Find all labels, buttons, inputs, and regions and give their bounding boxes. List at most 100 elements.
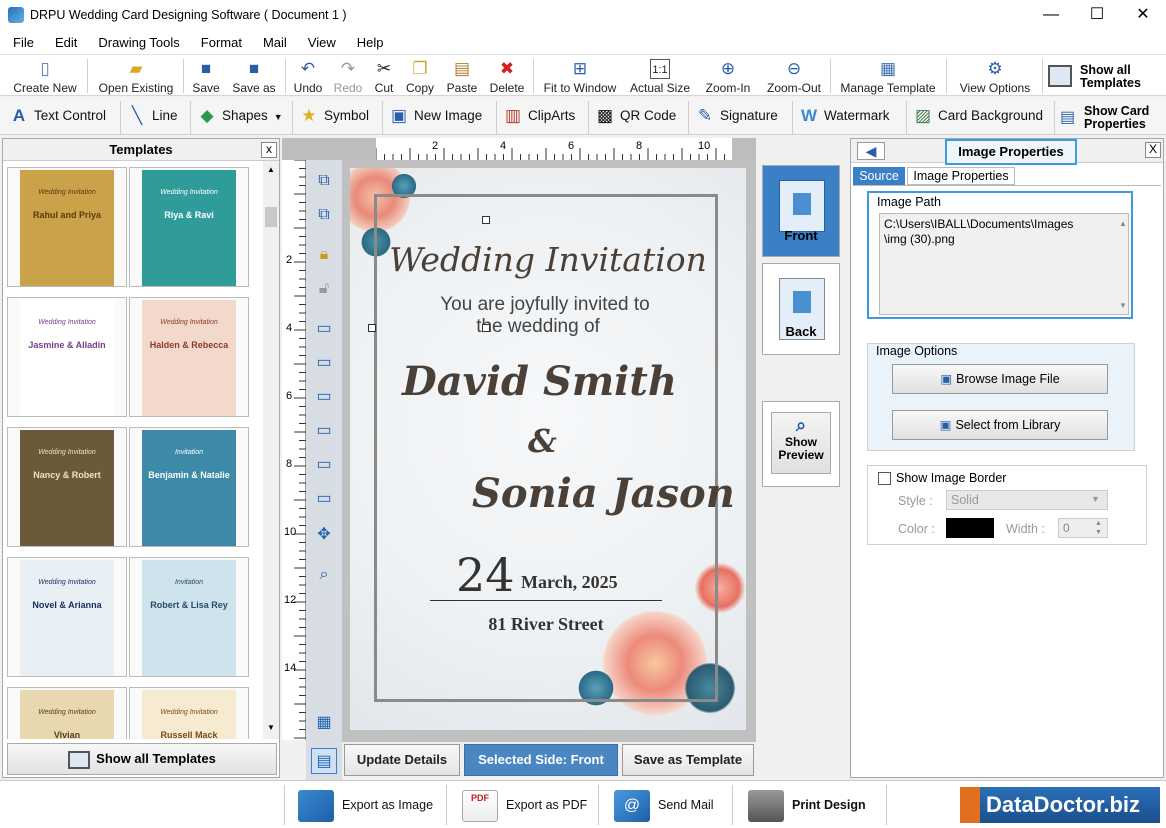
width-stepper[interactable]: 0 ▲ ▼ — [1058, 518, 1108, 538]
align-center-icon[interactable]: ▭ — [311, 350, 337, 376]
template-thumbnail[interactable]: Wedding Invitation Vivian — [7, 687, 127, 739]
zoom-in-button[interactable]: ⊕ Zoom-In — [698, 57, 758, 95]
zoom-icon[interactable]: ⌕ — [311, 562, 337, 588]
show-all-templates-button[interactable]: Show all Templates — [7, 743, 277, 775]
align-bottom-icon[interactable]: ▭ — [311, 418, 337, 444]
move-icon[interactable]: ✥ — [311, 522, 337, 548]
stepper-arrows-icon[interactable]: ▲ ▼ — [1095, 519, 1102, 537]
send-mail-button[interactable]: @ Send Mail — [614, 787, 714, 823]
card-day[interactable]: 24 — [456, 548, 515, 602]
image-path-field[interactable]: C:\Users\IBALL\Documents\Images \img (30… — [879, 213, 1129, 315]
scroll-up-arrow-icon[interactable]: ▲ — [267, 165, 275, 174]
tab-source[interactable]: Source — [853, 167, 905, 185]
back-arrow-icon[interactable]: ◀ — [857, 142, 885, 160]
save-as-template-button[interactable]: Save as Template — [622, 744, 754, 776]
template-thumbnail[interactable]: Wedding Invitation Russell Mack — [129, 687, 249, 739]
cut-button[interactable]: ✂ Cut — [370, 57, 398, 95]
fit-to-window-button[interactable]: ⊞ Fit to Window — [538, 57, 622, 95]
templates-close-button[interactable]: x — [261, 142, 277, 158]
actual-size-button[interactable]: 1:1 Actual Size — [626, 57, 694, 95]
show-border-checkbox[interactable] — [878, 472, 891, 485]
undo-button[interactable]: ↶ Undo — [290, 57, 326, 95]
grid-icon[interactable]: ▦ — [311, 710, 337, 736]
show-all-templates-top-button[interactable]: Show all Templates — [1048, 61, 1164, 93]
style-select[interactable]: Solid ▼ — [946, 490, 1108, 510]
view-options-button[interactable]: ⚙ View Options — [952, 57, 1038, 95]
menu-mail[interactable]: Mail — [250, 32, 295, 50]
card-ampersand[interactable]: & — [528, 422, 557, 460]
bring-forward-icon[interactable]: ⧉ — [311, 168, 337, 194]
template-thumbnail[interactable]: Invitation Robert & Lisa Rey — [129, 557, 249, 677]
maximize-button[interactable]: ☐ — [1074, 0, 1120, 32]
selection-handle[interactable] — [482, 216, 490, 224]
templates-scrollbar[interactable]: ▲ ▼ — [263, 161, 279, 739]
datadoctor-brand[interactable]: DataDoctor.biz — [960, 787, 1160, 823]
card-bride-name[interactable]: Sonia Jason — [472, 470, 735, 517]
scroll-down-arrow-icon[interactable]: ▼ — [267, 723, 275, 732]
menu-format[interactable]: Format — [188, 32, 250, 50]
menu-edit[interactable]: Edit — [42, 32, 85, 50]
border-color-swatch[interactable] — [946, 518, 994, 538]
update-details-button[interactable]: Update Details — [344, 744, 460, 776]
same-size-icon[interactable]: ▭ — [311, 486, 337, 512]
select-library-button[interactable]: ▣ Select from Library — [892, 410, 1108, 440]
template-thumbnail[interactable]: Wedding Invitation Novel & Arianna — [7, 557, 127, 677]
line-button[interactable]: ╲ Line — [126, 101, 178, 131]
template-thumbnail[interactable]: Wedding Invitation Halden & Rebecca — [129, 297, 249, 417]
print-design-button[interactable]: Print Design — [748, 787, 866, 823]
template-thumbnail[interactable]: Wedding Invitation Riya & Ravi — [129, 167, 249, 287]
minimize-button[interactable]: — — [1028, 0, 1074, 32]
signature-button[interactable]: ✎ Signature — [694, 101, 778, 131]
template-thumbnail[interactable]: Wedding Invitation Rahul and Priya — [7, 167, 127, 287]
tab-image-properties[interactable]: Image Properties — [907, 167, 1015, 185]
back-side-button[interactable]: Back — [762, 263, 840, 355]
delete-button[interactable]: ✖ Delete — [486, 57, 528, 95]
card-address[interactable]: 81 River Street — [350, 614, 742, 635]
menu-help[interactable]: Help — [344, 32, 392, 50]
symbol-button[interactable]: ★ Symbol — [298, 101, 369, 131]
browse-image-button[interactable]: ▣ Browse Image File — [892, 364, 1108, 394]
menu-drawing-tools[interactable]: Drawing Tools — [85, 32, 187, 50]
align-middle-icon[interactable]: ▭ — [311, 452, 337, 478]
send-backward-icon[interactable]: ⧉ — [311, 202, 337, 228]
lock-icon[interactable]: 🔒︎ — [311, 242, 337, 268]
card-month-year[interactable]: March, 2025 — [521, 572, 618, 593]
card-canvas[interactable]: Wedding Invitation You are joyfully invi… — [350, 168, 746, 730]
open-existing-button[interactable]: ▰ Open Existing — [92, 57, 180, 95]
menu-file[interactable]: File — [0, 32, 42, 50]
menu-view[interactable]: View — [295, 32, 344, 50]
copy-button[interactable]: ❐ Copy — [402, 57, 438, 95]
cliparts-button[interactable]: ▥ ClipArts — [502, 101, 575, 131]
redo-button[interactable]: ↷ Redo — [330, 57, 366, 95]
card-invite-line1[interactable]: You are joyfully invited to — [350, 294, 740, 316]
scroll-up-arrow-icon[interactable]: ▲ — [1119, 219, 1127, 228]
close-window-button[interactable]: ✕ — [1120, 0, 1166, 32]
selected-side-button[interactable]: Selected Side: Front — [464, 744, 618, 776]
shapes-button[interactable]: ◆ Shapes ▼ — [196, 101, 282, 131]
export-pdf-button[interactable]: PDFExport as PDF — [462, 787, 587, 823]
manage-template-button[interactable]: ▦ Manage Template — [835, 57, 941, 95]
properties-close-button[interactable]: X — [1145, 142, 1161, 158]
new-image-button[interactable]: ▣ New Image — [388, 101, 482, 131]
selection-handle[interactable] — [482, 324, 490, 332]
ruler-toggle-icon[interactable]: ▤ — [311, 748, 337, 774]
unlock-icon[interactable]: 🔓︎ — [311, 276, 337, 302]
card-invite-line2[interactable]: the wedding of — [350, 316, 726, 338]
show-preview-button[interactable]: ⌕ Show Preview — [762, 401, 840, 487]
zoom-out-button[interactable]: ⊖ Zoom-Out — [762, 57, 826, 95]
front-side-button[interactable]: Front — [762, 165, 840, 257]
card-background-button[interactable]: ▨ Card Background — [912, 101, 1043, 131]
qr-code-button[interactable]: ▩ QR Code — [594, 101, 676, 131]
show-card-properties-button[interactable]: ▤ Show Card Properties — [1060, 103, 1164, 131]
template-thumbnail[interactable]: Wedding Invitation Nancy & Robert — [7, 427, 127, 547]
selection-handle[interactable] — [368, 324, 376, 332]
template-thumbnail[interactable]: Invitation Benjamin & Natalie — [129, 427, 249, 547]
scroll-down-arrow-icon[interactable]: ▼ — [1119, 301, 1127, 310]
text-control-button[interactable]: A Text Control — [8, 101, 106, 131]
align-left-icon[interactable]: ▭ — [311, 316, 337, 342]
save-button[interactable]: ■ Save — [188, 57, 224, 95]
watermark-button[interactable]: W Watermark — [798, 101, 890, 131]
create-new-button[interactable]: ▯ Create New — [8, 57, 82, 95]
card-heading[interactable]: Wedding Invitation — [350, 240, 746, 279]
scroll-thumb[interactable] — [265, 207, 277, 227]
